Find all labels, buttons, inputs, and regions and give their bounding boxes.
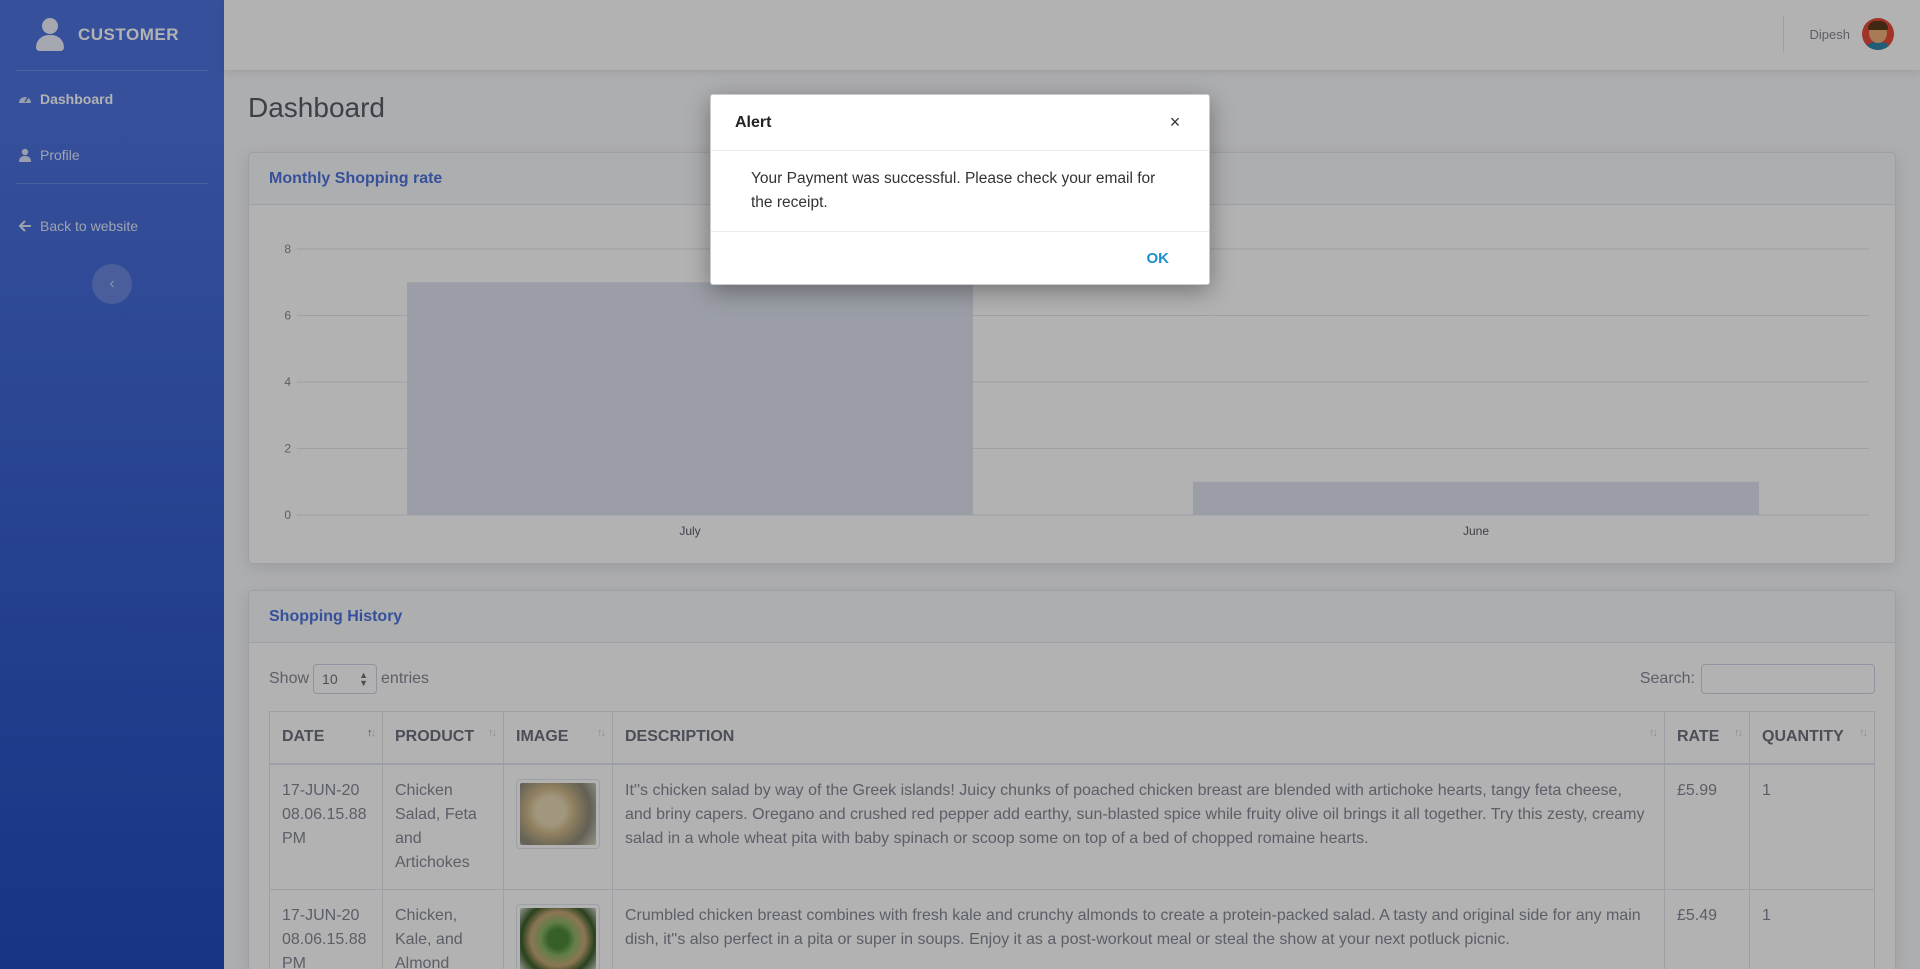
- alert-dialog: Alert × Your Payment was successful. Ple…: [710, 94, 1210, 285]
- ok-button[interactable]: OK: [1147, 250, 1170, 267]
- alert-footer: OK: [711, 232, 1209, 284]
- alert-message: Your Payment was successful. Please chec…: [711, 151, 1209, 232]
- alert-title: Alert: [735, 113, 772, 131]
- alert-header: Alert ×: [711, 95, 1209, 151]
- close-icon[interactable]: ×: [1165, 112, 1185, 133]
